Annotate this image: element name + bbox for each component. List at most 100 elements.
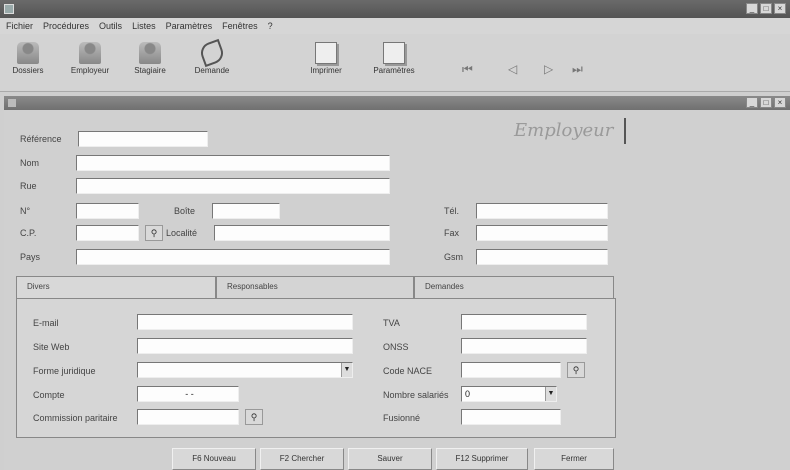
- maximize-icon[interactable]: □: [760, 97, 772, 108]
- nombre-salaries-label: Nombre salariés: [383, 390, 449, 400]
- compte-label: Compte: [33, 390, 65, 400]
- demande-button[interactable]: Demande: [188, 38, 236, 75]
- chart-icon: [197, 38, 227, 68]
- employeur-form: Employeur Référence Nom Rue N° Boîte C.P…: [4, 110, 790, 470]
- gsm-field[interactable]: [476, 249, 608, 265]
- localite-field[interactable]: [214, 225, 390, 241]
- forme-juridique-label: Forme juridique: [33, 366, 96, 376]
- rue-label: Rue: [20, 181, 37, 191]
- pays-field[interactable]: [76, 249, 390, 265]
- tab-strip: Divers Responsables Demandes: [16, 276, 616, 298]
- num-field[interactable]: [76, 203, 139, 219]
- employeur-button[interactable]: Employeur: [68, 42, 112, 75]
- gsm-label: Gsm: [444, 252, 463, 262]
- settings-icon: [383, 42, 405, 64]
- tva-label: TVA: [383, 318, 400, 328]
- onss-field[interactable]: [461, 338, 587, 354]
- rue-field[interactable]: [76, 178, 390, 194]
- num-label: N°: [20, 206, 31, 216]
- tel-label: Tél.: [444, 206, 460, 216]
- site-web-field[interactable]: [137, 338, 353, 354]
- email-label: E-mail: [33, 318, 59, 328]
- nombre-salaries-select[interactable]: 0 ▼: [461, 386, 557, 402]
- commission-paritaire-label: Commission paritaire: [33, 413, 118, 423]
- boite-label: Boîte: [174, 206, 196, 216]
- sauver-button[interactable]: Sauver: [348, 448, 432, 470]
- menu-bar: Fichier Procédures Outils Listes Paramèt…: [0, 18, 790, 34]
- fermer-button[interactable]: Fermer: [534, 448, 614, 470]
- tab-demandes[interactable]: Demandes: [414, 276, 614, 298]
- tel-field[interactable]: [476, 203, 608, 219]
- prev-record-icon[interactable]: ◁: [508, 62, 517, 76]
- window-controls: _ □ ×: [746, 3, 786, 14]
- nom-field[interactable]: [76, 155, 390, 171]
- code-nace-label: Code NACE: [383, 366, 433, 376]
- tva-field[interactable]: [461, 314, 587, 330]
- menu-parametres[interactable]: Paramètres: [166, 18, 213, 34]
- employeur-window-titlebar: _ □ ×: [4, 96, 790, 110]
- dossiers-label: Dossiers: [12, 66, 44, 75]
- form-header: Employeur: [514, 120, 614, 141]
- menu-help[interactable]: ?: [268, 18, 273, 34]
- supprimer-button[interactable]: F12 Supprimer: [436, 448, 528, 470]
- tab-responsables[interactable]: Responsables: [216, 276, 414, 298]
- app-icon: [4, 4, 14, 14]
- person-icon: [139, 42, 161, 64]
- fax-label: Fax: [444, 228, 460, 238]
- compte-field[interactable]: - -: [137, 386, 239, 402]
- cp-label: C.P.: [20, 228, 37, 238]
- child-window-controls: _ □ ×: [746, 97, 786, 108]
- divers-panel: E-mail Site Web Forme juridique ▼ Compte…: [16, 298, 616, 438]
- cp-field[interactable]: [76, 225, 139, 241]
- menu-fichier[interactable]: Fichier: [6, 18, 33, 34]
- search-binoculars-icon[interactable]: ⚲: [567, 362, 585, 378]
- onss-label: ONSS: [383, 342, 409, 352]
- stagiaire-button[interactable]: Stagiaire: [128, 42, 172, 75]
- nom-label: Nom: [20, 158, 40, 168]
- stagiaire-label: Stagiaire: [134, 66, 166, 75]
- chercher-button[interactable]: F2 Chercher: [260, 448, 344, 470]
- email-field[interactable]: [137, 314, 353, 330]
- close-icon[interactable]: ×: [774, 3, 786, 14]
- reference-label: Référence: [20, 134, 62, 144]
- fusionne-label: Fusionné: [383, 413, 421, 423]
- first-record-icon[interactable]: ⏮: [462, 62, 473, 77]
- minimize-icon[interactable]: _: [746, 97, 758, 108]
- fusionne-field[interactable]: [461, 409, 561, 425]
- menu-procedures[interactable]: Procédures: [43, 18, 89, 34]
- search-binoculars-icon[interactable]: ⚲: [245, 409, 263, 425]
- menu-outils[interactable]: Outils: [99, 18, 122, 34]
- maximize-icon[interactable]: □: [760, 3, 772, 14]
- code-nace-field[interactable]: [461, 362, 561, 378]
- imprimer-button[interactable]: Imprimer: [304, 42, 348, 75]
- forme-juridique-select[interactable]: ▼: [137, 362, 353, 378]
- nombre-salaries-value: 0: [465, 389, 471, 399]
- employeur-label: Employeur: [70, 66, 110, 75]
- dossiers-button[interactable]: Dossiers: [8, 42, 48, 75]
- reference-field[interactable]: [78, 131, 208, 147]
- search-binoculars-icon[interactable]: ⚲: [145, 225, 163, 241]
- parametres-button[interactable]: Paramètres: [368, 42, 420, 75]
- window-icon: [8, 99, 16, 107]
- boite-field[interactable]: [212, 203, 280, 219]
- chevron-down-icon[interactable]: ▼: [341, 363, 352, 377]
- pays-label: Pays: [20, 252, 41, 262]
- print-icon: [315, 42, 337, 64]
- last-record-icon[interactable]: ⏭: [572, 62, 583, 77]
- menu-listes[interactable]: Listes: [132, 18, 156, 34]
- minimize-icon[interactable]: _: [746, 3, 758, 14]
- chevron-down-icon[interactable]: ▼: [545, 387, 556, 401]
- parametres-label: Paramètres: [373, 66, 415, 75]
- site-web-label: Site Web: [33, 342, 70, 352]
- next-record-icon[interactable]: ▷: [544, 62, 553, 76]
- fax-field[interactable]: [476, 225, 608, 241]
- menu-fenetres[interactable]: Fenêtres: [222, 18, 258, 34]
- close-icon[interactable]: ×: [774, 97, 786, 108]
- tab-divers[interactable]: Divers: [16, 276, 216, 298]
- toolbar: Dossiers Employeur Stagiaire Demande Imp…: [0, 34, 790, 92]
- person-icon: [79, 42, 101, 64]
- header-divider: [624, 118, 626, 144]
- nouveau-button[interactable]: F6 Nouveau: [172, 448, 256, 470]
- imprimer-label: Imprimer: [310, 66, 342, 75]
- commission-paritaire-field[interactable]: [137, 409, 239, 425]
